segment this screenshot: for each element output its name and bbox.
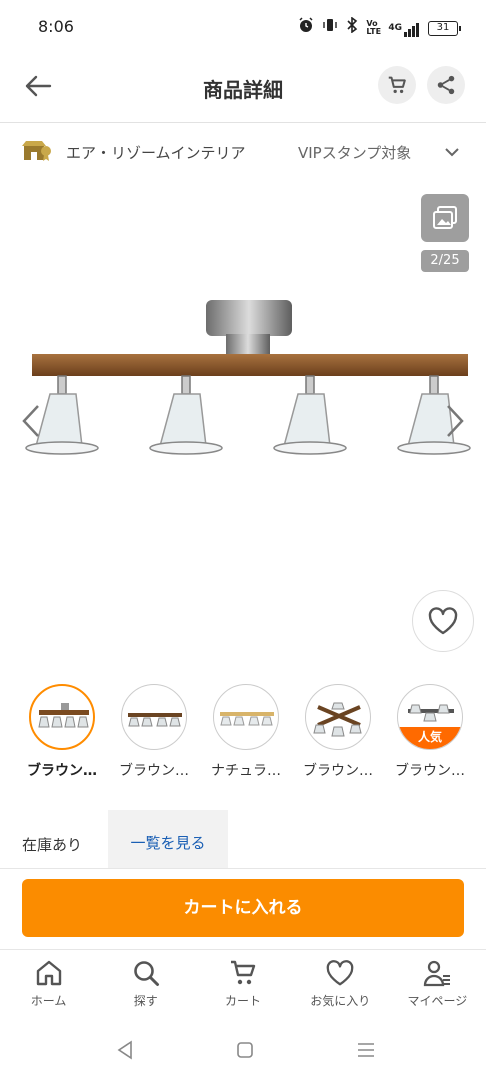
- home-icon: [36, 960, 61, 986]
- variation-item[interactable]: ブラウン…: [112, 684, 196, 780]
- header-cart-button[interactable]: [378, 66, 416, 104]
- vibrate-icon: [322, 17, 338, 39]
- shop-row[interactable]: エア・リゾームインテリア VIPスタンプ対象: [0, 128, 486, 176]
- status-icons: Vo LTE 4G 31: [298, 16, 461, 39]
- nav-item-mypage[interactable]: マイページ: [389, 952, 486, 1028]
- user-icon: [424, 960, 451, 987]
- nav-item-home[interactable]: ホーム: [0, 952, 97, 1028]
- popular-badge: 人気: [398, 727, 462, 749]
- add-to-cart-button[interactable]: カートに入れる: [22, 879, 464, 937]
- variation-label: ブラウン…: [27, 763, 97, 779]
- menu-icon: [358, 1043, 374, 1057]
- variation-thumbnail[interactable]: [213, 684, 279, 750]
- header-divider: [0, 122, 486, 123]
- carousel-prev-button[interactable]: [20, 404, 42, 442]
- gallery-icon: [433, 206, 457, 229]
- triangle-back-icon: [117, 1040, 132, 1060]
- nav-item-search[interactable]: 探す: [97, 952, 194, 1028]
- nav-label: お気に入り: [310, 994, 371, 1008]
- gallery-button[interactable]: [421, 194, 469, 242]
- heart-icon: [326, 960, 354, 986]
- bottom-nav: ホーム 探す カート お気に入り マイページ: [0, 952, 486, 1028]
- chevron-left-icon: [22, 405, 39, 437]
- variation-label: ブラウン…: [395, 763, 465, 779]
- shop-name[interactable]: エア・リゾームインテリア: [66, 142, 246, 163]
- nav-label: ホーム: [30, 994, 67, 1008]
- status-time: 8:06: [38, 17, 74, 36]
- shop-icon: [22, 140, 52, 168]
- nav-label: マイページ: [407, 994, 468, 1008]
- battery-icon: 31: [428, 20, 461, 36]
- nav-label: 探す: [133, 994, 158, 1008]
- cart-icon: [231, 960, 256, 985]
- cart-bar: カートに入れる: [0, 868, 486, 950]
- variation-thumbnail[interactable]: [29, 684, 95, 750]
- carousel-next-button[interactable]: [444, 404, 466, 442]
- chevron-right-icon: [447, 405, 464, 437]
- image-page-counter: 2/25: [421, 250, 469, 272]
- share-button[interactable]: [427, 66, 465, 104]
- variation-item[interactable]: 人気 ブラウン…: [388, 684, 472, 780]
- product-image-carousel[interactable]: 2/25: [0, 178, 486, 678]
- chevron-down-icon[interactable]: [442, 142, 462, 166]
- view-list-button[interactable]: 一覧を見る: [108, 810, 228, 868]
- variation-thumbnail[interactable]: [121, 684, 187, 750]
- search-icon: [133, 961, 159, 986]
- variation-list: ブラウン… ブラウン… ナチュラ… ブラウン… 人気 ブラウン…: [0, 684, 486, 784]
- variation-item[interactable]: ブラウン…: [296, 684, 380, 780]
- variation-item[interactable]: ナチュラ…: [204, 684, 288, 780]
- variation-thumbnail[interactable]: 人気: [397, 684, 463, 750]
- share-icon: [437, 75, 455, 95]
- nav-item-cart[interactable]: カート: [194, 952, 291, 1028]
- variation-label: ナチュラ…: [211, 763, 281, 779]
- square-home-icon: [237, 1042, 253, 1058]
- heart-icon: [428, 607, 458, 635]
- nav-label: カート: [225, 994, 262, 1008]
- system-back-button[interactable]: [116, 1040, 134, 1064]
- signal-4g-icon: 4G: [388, 19, 420, 37]
- variation-label: ブラウン…: [119, 763, 189, 779]
- cart-icon: [388, 76, 406, 94]
- alarm-icon: [298, 17, 314, 39]
- stock-row: 在庫あり 一覧を見る: [0, 810, 486, 868]
- vip-stamp-label: VIPスタンプ対象: [298, 144, 412, 162]
- bluetooth-icon: [346, 16, 358, 39]
- status-bar: 8:06 Vo LTE 4G 31: [0, 0, 486, 52]
- variation-item[interactable]: ブラウン…: [20, 684, 104, 780]
- stock-status: 在庫あり: [22, 836, 83, 854]
- system-menu-button[interactable]: [356, 1040, 376, 1064]
- favorite-button[interactable]: [412, 590, 474, 652]
- variation-label: ブラウン…: [303, 763, 373, 779]
- app-header: 商品詳細: [0, 54, 486, 120]
- system-navigation: [0, 1030, 486, 1074]
- network-label: 4G: [388, 23, 402, 33]
- product-image: [25, 300, 471, 455]
- volte-icon: Vo LTE: [366, 19, 382, 36]
- variation-thumbnail[interactable]: [305, 684, 371, 750]
- system-home-button[interactable]: [236, 1040, 254, 1064]
- nav-item-favorites[interactable]: お気に入り: [292, 952, 389, 1028]
